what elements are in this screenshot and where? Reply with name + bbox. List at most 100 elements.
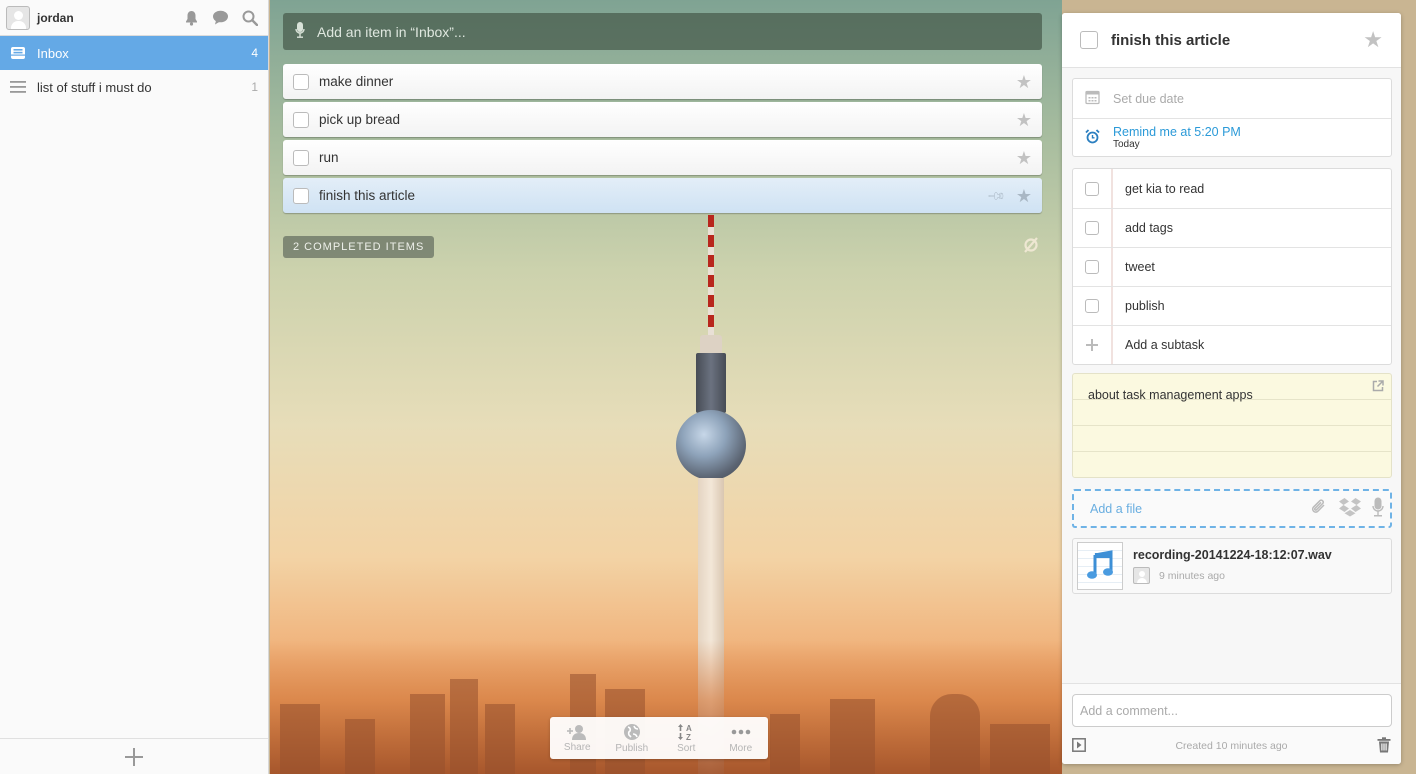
pin-icon: 📌︎ <box>985 185 1007 206</box>
subtask-title[interactable]: publish <box>1125 299 1165 313</box>
tower-top <box>700 335 722 353</box>
music-note-icon <box>1086 549 1114 583</box>
sidebar-footer <box>0 738 268 774</box>
collapse-panel-icon[interactable] <box>1072 737 1086 755</box>
note-area[interactable]: about task management apps <box>1072 373 1392 478</box>
due-and-reminder-card: Set due date Remind me at 5:20 PM Today <box>1072 78 1392 157</box>
task-list: make dinner ★ pick up bread ★ run ★ fini… <box>283 64 1042 216</box>
more-button[interactable]: More <box>716 723 766 754</box>
sidebar-item-label: list of stuff i must do <box>37 79 152 95</box>
subtask-checkbox[interactable] <box>1085 260 1099 274</box>
microphone-icon[interactable] <box>295 22 305 41</box>
plus-icon <box>1086 339 1098 351</box>
sidebar-item-list-of-stuff[interactable]: list of stuff i must do 1 <box>0 70 268 104</box>
reminder-day: Today <box>1113 139 1140 151</box>
inbox-icon <box>10 46 27 60</box>
task-title[interactable]: make dinner <box>319 74 1016 89</box>
add-list-button[interactable] <box>125 747 143 766</box>
file-attachment[interactable]: recording-20141224-18:12:07.wav 9 minute… <box>1072 538 1392 594</box>
conversations-icon[interactable] <box>212 10 229 25</box>
more-dots-icon <box>730 723 752 741</box>
set-due-date-label: Set due date <box>1113 91 1184 106</box>
publish-button[interactable]: Publish <box>607 723 657 754</box>
add-file-dropzone[interactable]: Add a file <box>1072 489 1392 528</box>
task-checkbox[interactable] <box>293 111 309 128</box>
subtask-title[interactable]: tweet <box>1125 260 1155 274</box>
reminder-time: Remind me at 5:20 PM <box>1113 125 1241 140</box>
task-title[interactable]: run <box>319 150 1016 165</box>
trash-icon[interactable] <box>1377 736 1391 756</box>
sidebar: jordan Inbox 4 list of stuff i must do 1 <box>0 0 269 774</box>
subtask-list: get kia to read add tags tweet publish A… <box>1072 168 1392 365</box>
reminder-row[interactable]: Remind me at 5:20 PM Today <box>1073 118 1391 157</box>
sidebar-item-label: Inbox <box>37 45 69 61</box>
task-title[interactable]: finish this article <box>319 188 989 203</box>
task-list-area: make dinner ★ pick up bread ★ run ★ fini… <box>270 0 1062 774</box>
subtask-title[interactable]: get kia to read <box>1125 182 1204 196</box>
open-note-icon[interactable] <box>1372 380 1384 395</box>
subtask-checkbox[interactable] <box>1085 221 1099 235</box>
calendar-icon <box>1085 90 1100 108</box>
user-name[interactable]: jordan <box>37 11 184 25</box>
add-subtask-row[interactable]: Add a subtask <box>1073 325 1391 364</box>
bell-icon[interactable] <box>184 10 199 26</box>
tower-mast <box>708 215 714 335</box>
comment-input[interactable] <box>1072 694 1392 727</box>
sidebar-item-inbox[interactable]: Inbox 4 <box>0 36 268 70</box>
svg-text:Z: Z <box>686 733 691 741</box>
star-icon[interactable]: ★ <box>1016 111 1032 129</box>
list-icon <box>10 81 27 93</box>
add-file-label: Add a file <box>1090 501 1143 516</box>
tower-sphere <box>676 410 746 480</box>
task-detail-panel: finish this article ★ Set due date Remin… <box>1062 13 1401 764</box>
user-avatar[interactable] <box>6 5 30 30</box>
star-icon[interactable]: ★ <box>1016 149 1032 167</box>
task-title[interactable]: pick up bread <box>319 112 1016 127</box>
set-due-date-row[interactable]: Set due date <box>1073 79 1391 118</box>
add-person-icon <box>566 724 588 740</box>
show-completed-button[interactable]: 2 COMPLETED ITEMS <box>283 236 435 258</box>
subtask-checkbox[interactable] <box>1085 299 1099 313</box>
subtask-row[interactable]: tweet <box>1073 247 1391 286</box>
hide-completed-icon[interactable] <box>1022 237 1040 256</box>
detail-task-checkbox[interactable] <box>1080 31 1098 49</box>
file-time: 9 minutes ago <box>1159 569 1225 582</box>
dropbox-icon[interactable] <box>1338 497 1362 520</box>
share-button[interactable]: Share <box>552 724 602 753</box>
subtask-row[interactable]: get kia to read <box>1073 169 1391 208</box>
subtask-checkbox[interactable] <box>1085 181 1099 196</box>
task-row-selected[interactable]: finish this article 📌︎ ★ <box>283 178 1042 213</box>
list-toolbar: Share Publish AZ Sort More <box>550 717 768 759</box>
globe-icon <box>623 723 641 741</box>
task-row[interactable]: run ★ <box>283 140 1042 175</box>
detail-footer: Created 10 minutes ago <box>1062 683 1401 764</box>
search-icon[interactable] <box>242 10 258 26</box>
star-icon[interactable]: ★ <box>1016 73 1032 91</box>
subtask-title[interactable]: add tags <box>1125 221 1173 235</box>
sort-label: Sort <box>677 742 696 754</box>
sidebar-item-count: 1 <box>251 80 258 94</box>
add-item-input[interactable] <box>317 23 997 40</box>
task-checkbox[interactable] <box>293 149 309 166</box>
task-checkbox[interactable] <box>293 187 309 204</box>
task-checkbox[interactable] <box>293 73 309 90</box>
microphone-icon[interactable] <box>1372 497 1384 520</box>
subtask-row[interactable]: add tags <box>1073 208 1391 247</box>
paperclip-icon[interactable] <box>1310 498 1328 519</box>
sort-button[interactable]: AZ Sort <box>661 723 711 754</box>
sidebar-header: jordan <box>0 0 268 36</box>
task-row[interactable]: pick up bread ★ <box>283 102 1042 137</box>
subtask-row[interactable]: publish <box>1073 286 1391 325</box>
star-icon[interactable]: ★ <box>1016 187 1032 205</box>
detail-task-title[interactable]: finish this article <box>1111 32 1363 49</box>
add-subtask-input[interactable]: Add a subtask <box>1125 338 1204 352</box>
file-name[interactable]: recording-20141224-18:12:07.wav <box>1133 548 1332 562</box>
sidebar-item-count: 4 <box>251 46 258 60</box>
task-row[interactable]: make dinner ★ <box>283 64 1042 99</box>
more-label: More <box>729 742 753 754</box>
add-item-bar <box>283 13 1042 50</box>
svg-text:A: A <box>686 724 692 733</box>
star-icon[interactable]: ★ <box>1363 29 1383 51</box>
alarm-clock-icon <box>1085 129 1100 147</box>
sort-az-icon: AZ <box>677 723 695 741</box>
